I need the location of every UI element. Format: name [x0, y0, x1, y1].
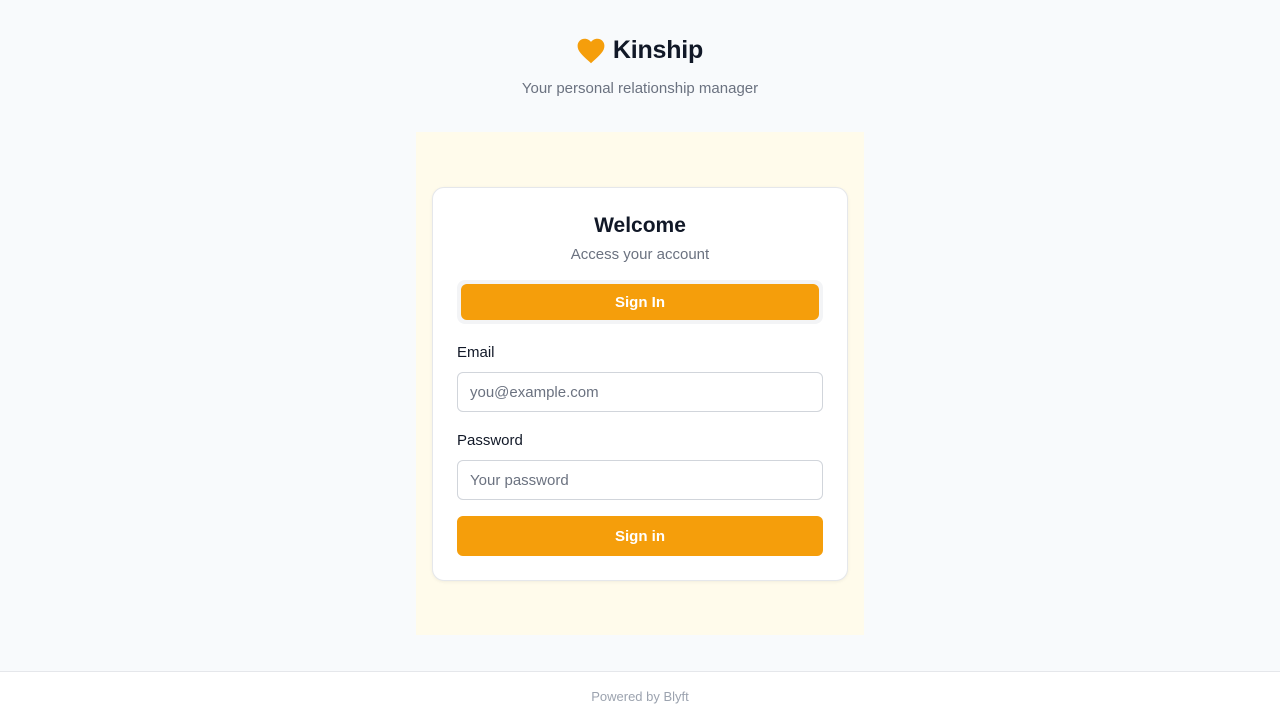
app-name: Kinship	[612, 36, 704, 64]
app-tagline: Your personal relationship manager	[521, 80, 759, 97]
brand-header: Kinship	[0, 36, 1280, 65]
auth-panel: Welcome Access your account Sign In Emai…	[416, 132, 864, 635]
footer: Powered by Blyft	[0, 671, 1280, 720]
email-label: Email	[457, 344, 495, 361]
email-field[interactable]	[457, 372, 823, 412]
card-title: Welcome	[594, 214, 686, 237]
heart-icon	[577, 38, 605, 64]
login-card: Welcome Access your account Sign In Emai…	[432, 187, 848, 581]
sign-in-button[interactable]: Sign in	[457, 516, 823, 556]
login-page: Kinship Your personal relationship manag…	[0, 0, 1280, 720]
powered-by-text: Powered by Blyft	[591, 688, 689, 704]
card-subtitle: Access your account	[570, 246, 710, 263]
password-field[interactable]	[457, 460, 823, 500]
password-label: Password	[457, 432, 523, 449]
auth-tabs: Sign In	[457, 280, 823, 324]
tab-sign-in[interactable]: Sign In	[461, 284, 819, 320]
